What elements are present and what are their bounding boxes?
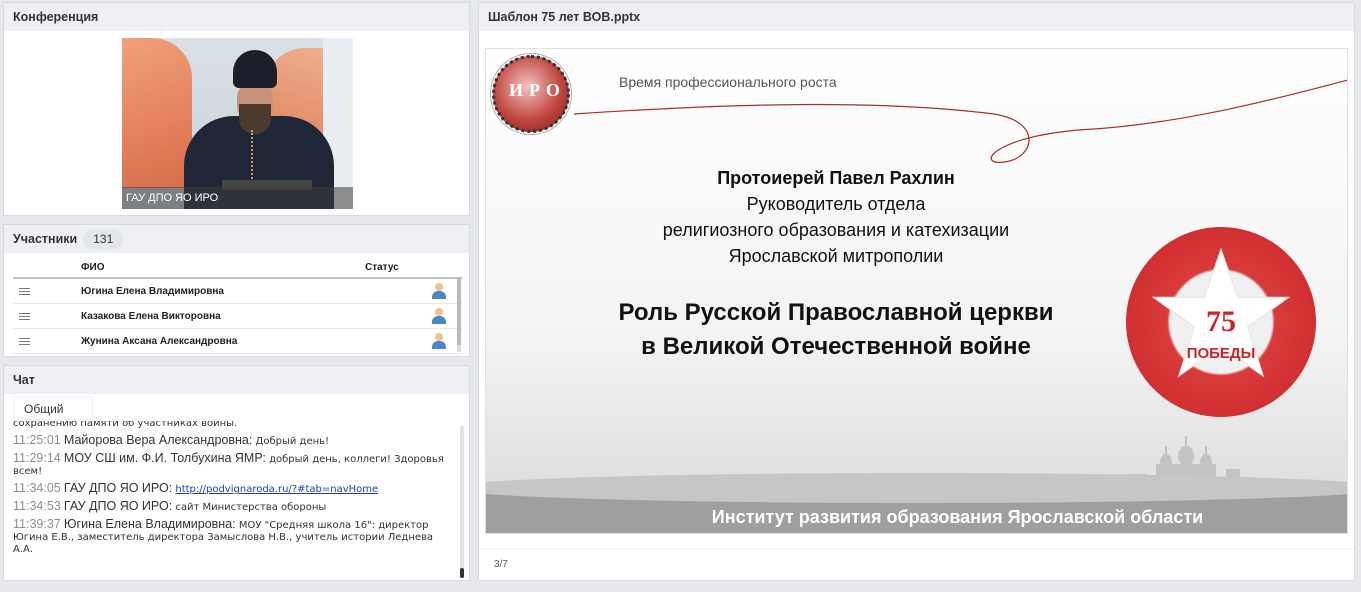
chat-title: Чат bbox=[4, 366, 469, 394]
slide-pager: 3/7 bbox=[494, 559, 508, 570]
video-chair-left bbox=[122, 38, 192, 188]
conference-title: Конференция bbox=[4, 3, 469, 31]
participants-title: Участники bbox=[13, 232, 78, 246]
video-stream[interactable]: ГАУ ДПО ЯО ИРО bbox=[122, 38, 353, 209]
table-row[interactable]: Жунина Аксана Александровна bbox=[13, 329, 462, 354]
emblem-number: 75 bbox=[1206, 305, 1236, 338]
message-author: ГАУ ДПО ЯО ИРО: bbox=[63, 499, 173, 513]
participants-panel: Участники 131 ФИО Статус Югина Елена Влад… bbox=[3, 224, 470, 357]
slide: ИРО Время профессионального роста Протои… bbox=[485, 48, 1348, 534]
drag-handle-icon[interactable] bbox=[19, 338, 30, 345]
chat-scrollbar[interactable] bbox=[460, 426, 464, 578]
drag-handle-icon[interactable] bbox=[19, 288, 30, 295]
participant-name: Жунина Аксана Александровна bbox=[81, 336, 238, 347]
scrollbar-thumb[interactable] bbox=[457, 277, 461, 345]
participants-table: ФИО Статус Югина Елена Владимировна Каза… bbox=[13, 259, 462, 354]
slide-topic: Роль Русской Православной церкви в Велик… bbox=[486, 296, 1186, 364]
chat-message: 11:29:14 МОУ СШ им. Ф.И. Толбухина ЯМР: … bbox=[13, 452, 451, 478]
chat-message: 11:34:05 ГАУ ДПО ЯО ИРО: http://podvigna… bbox=[13, 482, 451, 496]
table-row[interactable]: Казакова Елена Викторовна bbox=[13, 304, 462, 329]
slide-footer-text: Институт развития образования Ярославско… bbox=[711, 507, 1204, 527]
participants-header: Участники 131 bbox=[4, 225, 469, 253]
speaker-role-line: Руководитель отдела bbox=[746, 194, 926, 214]
user-status-icon bbox=[432, 333, 446, 349]
user-status-icon bbox=[432, 308, 446, 324]
footer-hill bbox=[486, 473, 1347, 503]
chat-message: 11:39:37 Югина Елена Владимировна: МОУ "… bbox=[13, 518, 451, 556]
participants-scrollbar[interactable] bbox=[457, 277, 461, 352]
scrollbar-thumb[interactable] bbox=[460, 568, 464, 578]
victory-75-emblem: 75 ПОБЕДЫ bbox=[1126, 227, 1316, 417]
participants-count-badge: 131 bbox=[83, 229, 124, 249]
video-person-hat bbox=[233, 50, 277, 88]
slide-tagline: Время профессионального роста bbox=[619, 74, 837, 90]
participant-name: Югина Елена Владимировна bbox=[81, 286, 224, 297]
presentation-divider bbox=[479, 548, 1354, 549]
emblem-label: ПОБЕДЫ bbox=[1186, 345, 1256, 362]
message-text: сайт Министерства обороны bbox=[175, 502, 327, 513]
tab-general[interactable]: Общий bbox=[13, 396, 93, 420]
message-author: МОУ СШ им. Ф.И. Толбухина ЯМР: bbox=[63, 451, 266, 465]
message-author: ГАУ ДПО ЯО ИРО: bbox=[63, 481, 173, 495]
speaker-role-line: религиозного образования и катехизации bbox=[662, 220, 1010, 240]
column-name-header[interactable]: ФИО bbox=[81, 262, 105, 273]
conference-panel: Конференция ГАУ ДПО ЯО ИРО bbox=[3, 2, 470, 216]
topic-line: в Великой Отечественной войне bbox=[641, 333, 1031, 360]
table-header: ФИО Статус bbox=[13, 259, 462, 279]
message-author: Югина Елена Владимировна: bbox=[63, 517, 236, 531]
message-time: 11:29:14 bbox=[13, 451, 61, 465]
message-time: 11:34:53 bbox=[13, 499, 61, 513]
iro-clock-logo: ИРО bbox=[491, 54, 571, 134]
topic-line: Роль Русской Православной церкви bbox=[618, 299, 1054, 326]
chat-message-partial: сохранению памяти об участниках войны. bbox=[13, 421, 238, 429]
message-time: 11:25:01 bbox=[13, 433, 61, 447]
chat-panel: Чат Общий сохранению памяти об участника… bbox=[3, 365, 470, 581]
presentation-panel: Шаблон 75 лет ВОВ.pptx ИРО Время професс… bbox=[478, 2, 1355, 581]
presentation-title: Шаблон 75 лет ВОВ.pptx bbox=[479, 3, 1354, 31]
speaker-name: Протоиерей Павел Рахлин bbox=[717, 168, 955, 188]
speaker-block: Протоиерей Павел Рахлин Руководитель отд… bbox=[486, 165, 1186, 269]
chat-messages: сохранению памяти об участниках войны. 1… bbox=[4, 421, 469, 580]
speaker-role-line: Ярославской митрополии bbox=[728, 246, 944, 266]
message-author: Майорова Вера Александровна: bbox=[63, 433, 253, 447]
user-status-icon bbox=[432, 283, 446, 299]
video-caption: ГАУ ДПО ЯО ИРО bbox=[122, 187, 353, 209]
table-row[interactable]: Югина Елена Владимировна bbox=[13, 279, 462, 304]
column-status-header[interactable]: Статус bbox=[365, 262, 399, 273]
chat-message: 11:34:53 ГАУ ДПО ЯО ИРО: сайт Министерст… bbox=[13, 500, 451, 514]
message-link[interactable]: http://podvignaroda.ru/?#tab=navHome bbox=[175, 484, 378, 495]
chat-message: 11:25:01 Майорова Вера Александровна: До… bbox=[13, 434, 451, 448]
video-cross-chain bbox=[251, 130, 259, 182]
message-time: 11:34:05 bbox=[13, 481, 61, 495]
drag-handle-icon[interactable] bbox=[19, 313, 30, 320]
message-time: 11:39:37 bbox=[13, 517, 61, 531]
participant-name: Казакова Елена Викторовна bbox=[81, 311, 221, 322]
logo-text: ИРО bbox=[509, 80, 566, 100]
message-text: Добрый день! bbox=[255, 436, 330, 447]
